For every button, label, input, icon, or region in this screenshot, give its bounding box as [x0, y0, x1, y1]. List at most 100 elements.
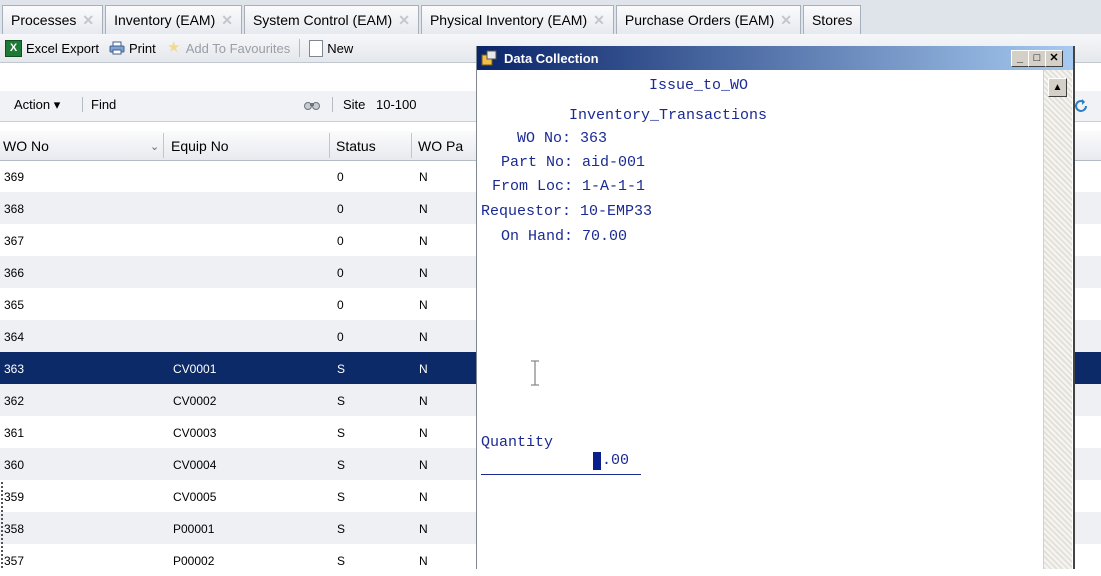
transaction-category: Inventory_Transactions [569, 107, 768, 124]
text-cursor-icon [529, 360, 541, 386]
wo-part-cell: N [419, 522, 428, 536]
from-loc-line: From Loc: 1-A-1-1 [492, 178, 646, 195]
equip-no-cell: CV0003 [173, 426, 217, 440]
wo-no-cell: 357 [4, 554, 25, 568]
status-cell: S [337, 394, 346, 408]
wo-part-cell: N [419, 170, 428, 184]
wo-part-cell: N [419, 554, 428, 568]
excel-export-label: Excel Export [26, 40, 99, 56]
column-divider[interactable] [329, 133, 330, 158]
status-cell: 0 [337, 266, 344, 280]
refresh-icon[interactable] [1073, 98, 1089, 114]
close-icon[interactable]: ✕ [221, 12, 233, 29]
tab-label: Processes [11, 12, 77, 28]
status-cell: 0 [337, 330, 344, 344]
excel-export-button[interactable]: X Excel Export [0, 36, 104, 60]
printer-icon [109, 41, 125, 55]
equip-no-cell: CV0004 [173, 458, 217, 472]
quantity-label: Quantity [481, 434, 554, 451]
tab-stores[interactable]: Stores [802, 5, 862, 34]
status-cell: S [337, 458, 346, 472]
window-title: Data Collection [504, 51, 599, 66]
equip-no-cell: CV0002 [173, 394, 217, 408]
wo-part-cell: N [419, 266, 428, 280]
status-cell: 0 [337, 170, 344, 184]
print-button[interactable]: Print [104, 36, 161, 60]
wo-no-cell: 363 [4, 362, 25, 376]
wo-part-cell: N [419, 330, 428, 344]
equip-no-cell: CV0001 [173, 362, 217, 376]
tab-purchase-orders-eam[interactable]: Purchase Orders (EAM) ✕ [615, 5, 801, 34]
terminal-screen[interactable]: Issue_to_WO Inventory_Transactions WO No… [477, 70, 1043, 569]
part-no-line: Part No: aid-001 [501, 154, 646, 171]
quantity-input[interactable]: .00 [602, 452, 629, 469]
column-header-status[interactable]: Status [336, 138, 376, 154]
tab-system-control-eam[interactable]: System Control (EAM) ✕ [243, 5, 419, 34]
data-collection-window: Data Collection _ □ ✕ Issue_to_WO Invent… [476, 46, 1075, 569]
close-icon[interactable]: ✕ [1045, 50, 1063, 67]
tab-label: Purchase Orders (EAM) [624, 12, 775, 28]
close-icon[interactable]: ✕ [82, 12, 94, 29]
wo-no-line: WO No: 363 [517, 130, 608, 147]
close-icon[interactable]: ✕ [593, 12, 605, 29]
column-header-wo-no[interactable]: WO No [3, 138, 49, 154]
tab-label: Inventory (EAM) [114, 12, 216, 28]
status-cell: 0 [337, 202, 344, 216]
column-divider[interactable] [163, 133, 164, 158]
window-title-bar[interactable]: Data Collection _ □ ✕ [477, 46, 1073, 70]
status-cell: 0 [337, 298, 344, 312]
new-label: New [327, 40, 354, 56]
close-icon[interactable]: ✕ [398, 12, 410, 29]
wo-no-cell: 364 [4, 330, 25, 344]
equip-no-cell: CV0005 [173, 490, 217, 504]
tab-label: Stores [811, 12, 853, 28]
add-to-favourites-label: Add To Favourites [185, 40, 291, 56]
equip-no-cell: P00002 [173, 554, 215, 568]
wo-no-cell: 362 [4, 394, 25, 408]
wo-part-cell: N [419, 234, 428, 248]
wo-part-cell: N [419, 202, 428, 216]
column-header-wo-part[interactable]: WO Pa [418, 138, 463, 154]
sort-down-icon[interactable]: ⌄ [150, 140, 159, 153]
wo-no-cell: 365 [4, 298, 25, 312]
toolbar-divider [299, 39, 301, 57]
tab-physical-inventory-eam[interactable]: Physical Inventory (EAM) ✕ [420, 5, 614, 34]
status-cell: S [337, 490, 346, 504]
equip-no-cell: P00001 [173, 522, 215, 536]
status-cell: S [337, 362, 346, 376]
wo-no-cell: 369 [4, 170, 25, 184]
tab-processes[interactable]: Processes ✕ [2, 5, 104, 34]
status-cell: S [337, 426, 346, 440]
column-divider[interactable] [411, 133, 412, 158]
find-input[interactable] [122, 94, 302, 118]
new-button[interactable]: New [304, 36, 358, 60]
star-icon: ★ [166, 39, 181, 56]
site-label: Site [332, 97, 365, 112]
new-document-icon [309, 39, 324, 57]
wo-part-cell: N [419, 458, 428, 472]
vertical-scrollbar[interactable]: ▲ [1043, 70, 1072, 569]
wo-part-cell: N [419, 298, 428, 312]
terminal-app-icon [481, 50, 497, 66]
binoculars-icon[interactable] [304, 99, 320, 111]
column-header-equip-no[interactable]: Equip No [171, 138, 229, 154]
wo-no-cell: 366 [4, 266, 25, 280]
wo-no-cell: 367 [4, 234, 25, 248]
quantity-underline [481, 474, 641, 475]
close-icon[interactable]: ✕ [780, 12, 792, 29]
excel-icon: X [5, 39, 22, 57]
print-label: Print [128, 40, 156, 56]
scroll-up-icon[interactable]: ▲ [1048, 78, 1067, 97]
tab-inventory-eam[interactable]: Inventory (EAM) ✕ [105, 5, 242, 34]
wo-part-cell: N [419, 394, 428, 408]
transaction-name: Issue_to_WO [649, 77, 749, 94]
splitter-handle[interactable] [1, 482, 3, 569]
status-cell: S [337, 554, 346, 568]
minimize-icon[interactable]: _ [1011, 50, 1029, 67]
tab-label: System Control (EAM) [252, 12, 393, 28]
maximize-icon[interactable]: □ [1028, 50, 1046, 67]
site-value[interactable]: 10-100 [376, 97, 416, 112]
add-to-favourites-button[interactable]: ★ Add To Favourites [161, 36, 296, 60]
tab-label: Physical Inventory (EAM) [429, 12, 588, 28]
action-dropdown[interactable]: Action ▾ [14, 97, 60, 113]
